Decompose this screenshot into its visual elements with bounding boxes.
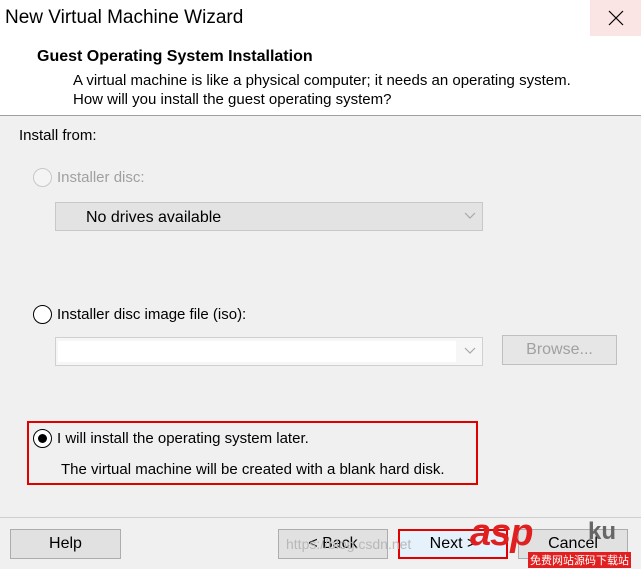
drive-select[interactable]: No drives available — [55, 202, 483, 231]
iso-path-field — [58, 341, 456, 362]
watermark-subtitle: 免费网站源码下载站 — [528, 552, 631, 568]
watermark-url: https://blog.csdn.net — [286, 536, 412, 552]
install-later-label: I will install the operating system late… — [57, 430, 309, 447]
radio-selected-dot — [38, 434, 47, 443]
install-from-label: Install from: — [19, 127, 97, 144]
chevron-down-icon — [464, 347, 476, 354]
iso-image-label: Installer disc image file (iso): — [57, 306, 247, 323]
close-icon — [608, 10, 623, 26]
install-later-radio[interactable] — [33, 429, 52, 448]
install-later-note: The virtual machine will be created with… — [61, 461, 445, 478]
iso-image-radio[interactable] — [33, 305, 52, 324]
drive-select-value: No drives available — [86, 209, 222, 226]
chevron-down-icon — [464, 212, 476, 219]
window-title: New Virtual Machine Wizard — [5, 7, 244, 28]
page-title: Guest Operating System Installation — [37, 48, 313, 65]
page-description: A virtual machine is like a physical com… — [73, 72, 571, 108]
browse-button[interactable]: Browse... — [502, 335, 617, 365]
installer-disc-radio[interactable] — [33, 168, 52, 187]
watermark-brand: asp — [470, 512, 533, 554]
help-button[interactable]: Help — [10, 529, 121, 559]
iso-path-input[interactable] — [55, 337, 483, 366]
installer-disc-label: Installer disc: — [57, 169, 145, 186]
close-button[interactable] — [590, 0, 641, 36]
wizard-header: Guest Operating System Installation A vi… — [0, 36, 641, 116]
title-bar: New Virtual Machine Wizard — [0, 0, 641, 36]
watermark-logo: asp ku 免费网站源码下载站 — [470, 512, 641, 569]
watermark-domain: ku — [588, 518, 617, 545]
